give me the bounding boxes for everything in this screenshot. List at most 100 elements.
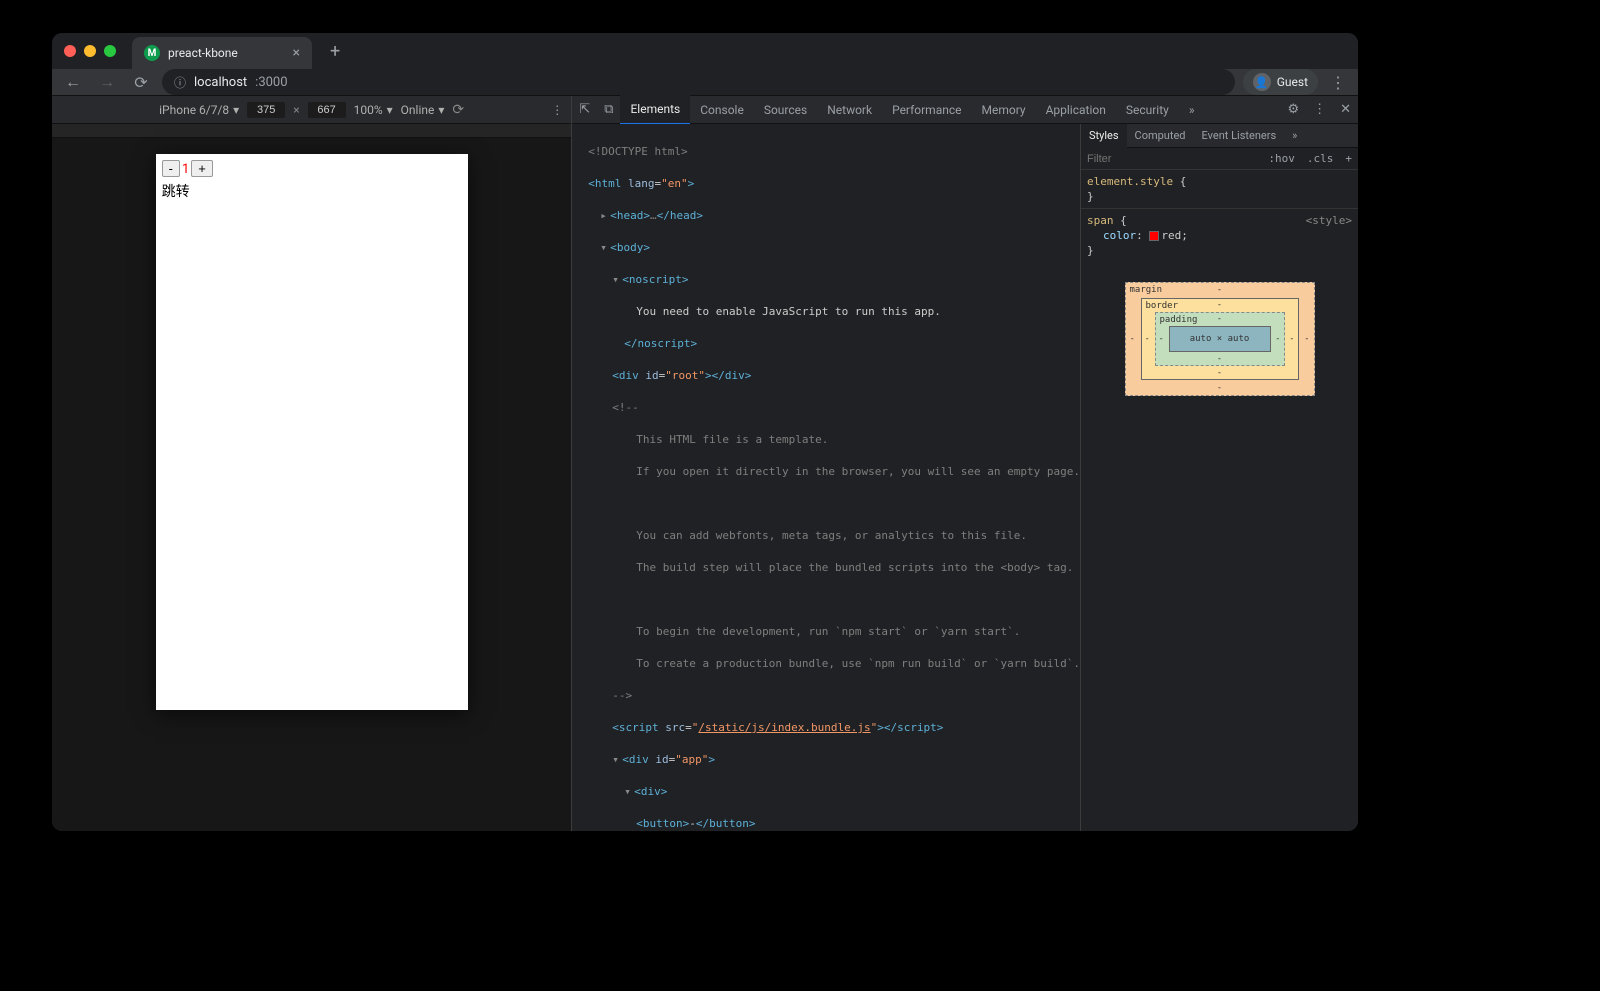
minimize-window-icon[interactable] — [84, 45, 96, 57]
throttle-value: Online — [401, 103, 435, 117]
close-devtools-icon[interactable]: ✕ — [1333, 102, 1358, 117]
profile-button[interactable]: 👤 Guest — [1243, 69, 1318, 95]
tab-styles[interactable]: Styles — [1081, 124, 1127, 148]
box-content-label: auto × auto — [1190, 334, 1250, 344]
tab-application[interactable]: Application — [1036, 96, 1116, 124]
tree-comment — [636, 593, 643, 606]
ruler — [52, 124, 571, 138]
chevron-down-icon: ▾ — [438, 103, 444, 117]
window-controls — [64, 45, 116, 57]
tree-comment: If you open it directly in the browser, … — [636, 465, 1080, 478]
css-value[interactable]: red — [1161, 229, 1181, 242]
tree-text: You need to enable JavaScript to run thi… — [636, 305, 941, 318]
minus-button[interactable]: - — [162, 160, 180, 177]
dom-tree[interactable]: <!DOCTYPE html> <html lang="en"> ▸<head>… — [572, 124, 1080, 831]
browser-window: M preact-kbone × + ← → ⟳ ⓘ localhost :300… — [52, 33, 1358, 831]
tree-comment — [636, 497, 643, 510]
count-value: 1 — [180, 162, 191, 177]
tab-memory[interactable]: Memory — [972, 96, 1036, 124]
rule-selector: element.style — [1087, 175, 1173, 188]
tree-comment: This HTML file is a template. — [636, 433, 828, 446]
url-input[interactable]: ⓘ localhost :3000 — [162, 69, 1235, 95]
url-host: localhost — [194, 75, 247, 90]
new-tab-button[interactable]: + — [320, 41, 350, 62]
settings-icon[interactable]: ⚙ — [1280, 102, 1306, 117]
box-border-label: border — [1146, 301, 1179, 311]
favicon-icon: M — [144, 45, 160, 61]
viewport-width-input[interactable] — [247, 102, 285, 118]
devtools: ⇱ ⧉ Elements Console Sources Network Per… — [571, 96, 1358, 831]
browser-menu-button[interactable]: ⋮ — [1326, 73, 1350, 92]
tree-node[interactable]: <!DOCTYPE html> — [588, 145, 687, 158]
box-margin-label: margin — [1130, 285, 1163, 295]
chevron-down-icon: ▾ — [233, 103, 239, 117]
device-name: iPhone 6/7/8 — [159, 103, 229, 117]
chevron-down-icon: ▾ — [387, 103, 393, 117]
tab-network[interactable]: Network — [817, 96, 882, 124]
tab-console[interactable]: Console — [690, 96, 754, 124]
styles-tabs: Styles Computed Event Listeners » — [1081, 124, 1358, 148]
device-preview-pane: iPhone 6/7/8 ▾ × 100% ▾ Online ▾ ⟳ ⋮ — [52, 96, 571, 831]
avatar-icon: 👤 — [1253, 73, 1271, 91]
device-menu-button[interactable]: ⋮ — [551, 103, 563, 117]
tree-comment: To begin the development, run `npm start… — [636, 625, 1020, 638]
styles-filter-input[interactable] — [1081, 153, 1262, 165]
titlebar: M preact-kbone × + — [52, 33, 1358, 69]
viewport-height-input[interactable] — [308, 102, 346, 118]
device-frame: -1+ 跳转 — [156, 154, 468, 710]
url-port: :3000 — [255, 75, 287, 90]
tab-security[interactable]: Security — [1116, 96, 1179, 124]
tree-comment: The build step will place the bundled sc… — [636, 561, 1073, 574]
rotate-icon[interactable]: ⟳ — [452, 102, 464, 118]
content-area: iPhone 6/7/8 ▾ × 100% ▾ Online ▾ ⟳ ⋮ — [52, 96, 1358, 831]
inspect-element-icon[interactable]: ⇱ — [572, 102, 597, 117]
tree-comment: To create a production bundle, use `npm … — [636, 657, 1080, 670]
style-rules[interactable]: element.style { } <style>span { color: r… — [1081, 170, 1358, 262]
device-select[interactable]: iPhone 6/7/8 ▾ — [159, 103, 239, 117]
site-info-icon[interactable]: ⓘ — [174, 74, 186, 91]
styles-filter-bar: :hov .cls + — [1081, 148, 1358, 170]
throttle-select[interactable]: Online ▾ — [401, 103, 445, 117]
devtools-main: <!DOCTYPE html> <html lang="en"> ▸<head>… — [572, 124, 1358, 831]
rule-source[interactable]: <style> — [1306, 213, 1352, 228]
nav-link[interactable]: 跳转 — [162, 181, 462, 201]
preview-area: -1+ 跳转 — [52, 138, 571, 831]
tab-title: preact-kbone — [168, 46, 285, 60]
rule-selector: span — [1087, 214, 1114, 227]
new-rule-button[interactable]: + — [1339, 152, 1358, 165]
back-button[interactable]: ← — [60, 72, 86, 92]
box-model[interactable]: margin - - - - border - - - - padding — [1125, 282, 1315, 396]
dimension-separator: × — [293, 103, 299, 117]
tab-performance[interactable]: Performance — [882, 96, 971, 124]
zoom-select[interactable]: 100% ▾ — [354, 103, 393, 117]
tab-event-listeners[interactable]: Event Listeners — [1194, 124, 1285, 148]
maximize-window-icon[interactable] — [104, 45, 116, 57]
tab-elements[interactable]: Elements — [620, 95, 690, 125]
toggle-device-icon[interactable]: ⧉ — [597, 102, 620, 117]
tabs-overflow[interactable]: » — [1179, 96, 1205, 124]
box-padding-label: padding — [1160, 315, 1198, 325]
cls-toggle[interactable]: .cls — [1301, 152, 1340, 165]
address-bar: ← → ⟳ ⓘ localhost :3000 👤 Guest ⋮ — [52, 69, 1358, 96]
styles-pane: Styles Computed Event Listeners » :hov .… — [1080, 124, 1358, 831]
device-toolbar: iPhone 6/7/8 ▾ × 100% ▾ Online ▾ ⟳ ⋮ — [52, 96, 571, 124]
profile-label: Guest — [1277, 75, 1308, 89]
css-property[interactable]: color — [1087, 229, 1136, 242]
tab-close-icon[interactable]: × — [293, 45, 300, 61]
elements-panel: <!DOCTYPE html> <html lang="en"> ▸<head>… — [572, 124, 1080, 831]
tab-computed[interactable]: Computed — [1127, 124, 1194, 148]
reload-button[interactable]: ⟳ — [128, 73, 154, 92]
styles-overflow[interactable]: » — [1284, 124, 1305, 148]
close-window-icon[interactable] — [64, 45, 76, 57]
browser-tab[interactable]: M preact-kbone × — [132, 37, 312, 69]
devtools-menu-icon[interactable]: ⋮ — [1306, 102, 1333, 117]
hov-toggle[interactable]: :hov — [1262, 152, 1301, 165]
plus-button[interactable]: + — [191, 160, 213, 177]
counter-row: -1+ — [162, 160, 462, 177]
devtools-tabs: ⇱ ⧉ Elements Console Sources Network Per… — [572, 96, 1358, 124]
forward-button[interactable]: → — [94, 72, 120, 92]
zoom-value: 100% — [354, 103, 383, 117]
tab-sources[interactable]: Sources — [754, 96, 817, 124]
tree-comment: You can add webfonts, meta tags, or anal… — [636, 529, 1027, 542]
color-swatch-icon[interactable] — [1149, 231, 1159, 241]
